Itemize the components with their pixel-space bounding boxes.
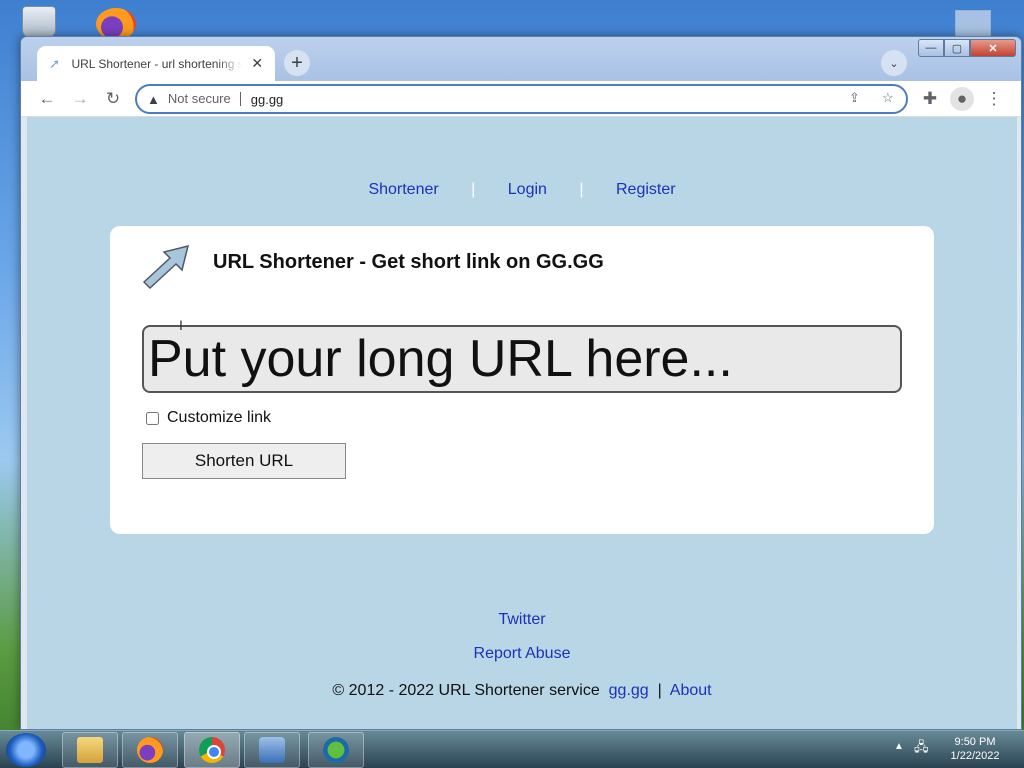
- tray-expand-icon[interactable]: ▲: [894, 741, 904, 752]
- extensions-puzzle-icon[interactable]: ✚: [918, 87, 942, 111]
- arrow-logo-icon: [142, 244, 190, 290]
- clock-date: 1/22/2022: [950, 750, 1000, 762]
- maximize-button[interactable]: ▢: [944, 39, 970, 57]
- about-link[interactable]: About: [670, 682, 712, 699]
- footer-pipe: |: [657, 682, 662, 699]
- forward-arrow-icon[interactable]: →: [68, 87, 92, 111]
- security-label[interactable]: Not secure: [168, 92, 241, 106]
- chrome-icon: [199, 737, 225, 763]
- taskbar-explorer[interactable]: [62, 732, 118, 768]
- taskbar-firefox[interactable]: [122, 732, 178, 768]
- nav-login[interactable]: Login: [508, 181, 547, 198]
- warning-triangle-icon[interactable]: ▲: [147, 92, 160, 107]
- tab-search-button[interactable]: ⌄: [881, 50, 907, 76]
- new-tab-button[interactable]: +: [284, 50, 310, 76]
- recycle-bin-icon[interactable]: [22, 6, 56, 38]
- reload-icon[interactable]: ↻: [101, 87, 125, 111]
- download-manager-icon: [323, 737, 349, 763]
- nav-separator: |: [471, 181, 476, 198]
- report-abuse-link[interactable]: Report Abuse: [474, 645, 571, 662]
- profile-avatar-icon[interactable]: ●: [950, 87, 974, 111]
- customize-link-option[interactable]: Customize link: [146, 409, 271, 427]
- shorten-url-button[interactable]: Shorten URL: [142, 443, 346, 479]
- arrow-favicon-icon: ➚: [49, 55, 61, 71]
- firefox-icon: [137, 737, 163, 763]
- copyright-line: © 2012 - 2022 URL Shortener service gg.g…: [27, 682, 1017, 700]
- copyright-text: © 2012 - 2022 URL Shortener service: [332, 682, 600, 699]
- customize-checkbox[interactable]: [146, 411, 159, 425]
- folder-icon: [77, 737, 103, 763]
- page-content: Shortener | Login | Register URL Shorten…: [27, 117, 1017, 729]
- tab-title: URL Shortener - url shortening s: [71, 56, 242, 71]
- shortener-card: URL Shortener - Get short link on GG.GG …: [110, 226, 934, 534]
- report-abuse-row: Report Abuse: [27, 645, 1017, 663]
- browser-window: ➚ URL Shortener - url shortening s ✕ + ⌄…: [20, 36, 1022, 730]
- top-nav: Shortener | Login | Register: [27, 181, 1017, 199]
- address-bar[interactable]: ▲ Not secure gg.gg ⇪ ☆: [135, 84, 908, 114]
- clock[interactable]: 9:50 PM 1/22/2022: [940, 735, 1010, 763]
- url-text[interactable]: gg.gg: [251, 92, 284, 107]
- start-button[interactable]: [6, 733, 46, 767]
- twitter-link-row: Twitter: [27, 611, 1017, 629]
- taskbar-idm[interactable]: [308, 732, 364, 768]
- share-icon[interactable]: ⇪: [849, 90, 860, 106]
- minimize-button[interactable]: —: [918, 39, 944, 57]
- nav-shortener[interactable]: Shortener: [368, 181, 438, 198]
- close-window-button[interactable]: ✕: [970, 39, 1016, 57]
- customize-label: Customize link: [167, 409, 272, 426]
- back-arrow-icon[interactable]: ←: [35, 87, 59, 111]
- tab-url-shortener[interactable]: ➚ URL Shortener - url shortening s ✕: [37, 46, 275, 81]
- network-icon[interactable]: 🖧: [914, 738, 929, 760]
- text-cursor-icon: I: [179, 317, 183, 333]
- taskbar-chrome[interactable]: [184, 732, 240, 768]
- taskbar: ▲ 🖧 9:50 PM 1/22/2022: [0, 730, 1024, 768]
- taskbar-virtualbox[interactable]: [244, 732, 300, 768]
- site-link[interactable]: gg.gg: [609, 682, 649, 699]
- bookmark-star-icon[interactable]: ☆: [882, 90, 894, 106]
- close-tab-icon[interactable]: ✕: [250, 55, 265, 72]
- card-title: URL Shortener - Get short link on GG.GG: [213, 251, 604, 273]
- browser-toolbar: ← → ↻ ▲ Not secure gg.gg ⇪ ☆ ✚ ● ⋮: [21, 81, 1021, 117]
- virtualbox-icon: [259, 737, 285, 763]
- clock-time: 9:50 PM: [954, 736, 996, 748]
- long-url-input[interactable]: [142, 325, 902, 393]
- tab-strip: ➚ URL Shortener - url shortening s ✕ + ⌄…: [21, 37, 1021, 81]
- twitter-link[interactable]: Twitter: [498, 611, 545, 628]
- menu-kebab-icon[interactable]: ⋮: [982, 87, 1006, 111]
- nav-register[interactable]: Register: [616, 181, 676, 198]
- nav-separator: |: [579, 181, 584, 198]
